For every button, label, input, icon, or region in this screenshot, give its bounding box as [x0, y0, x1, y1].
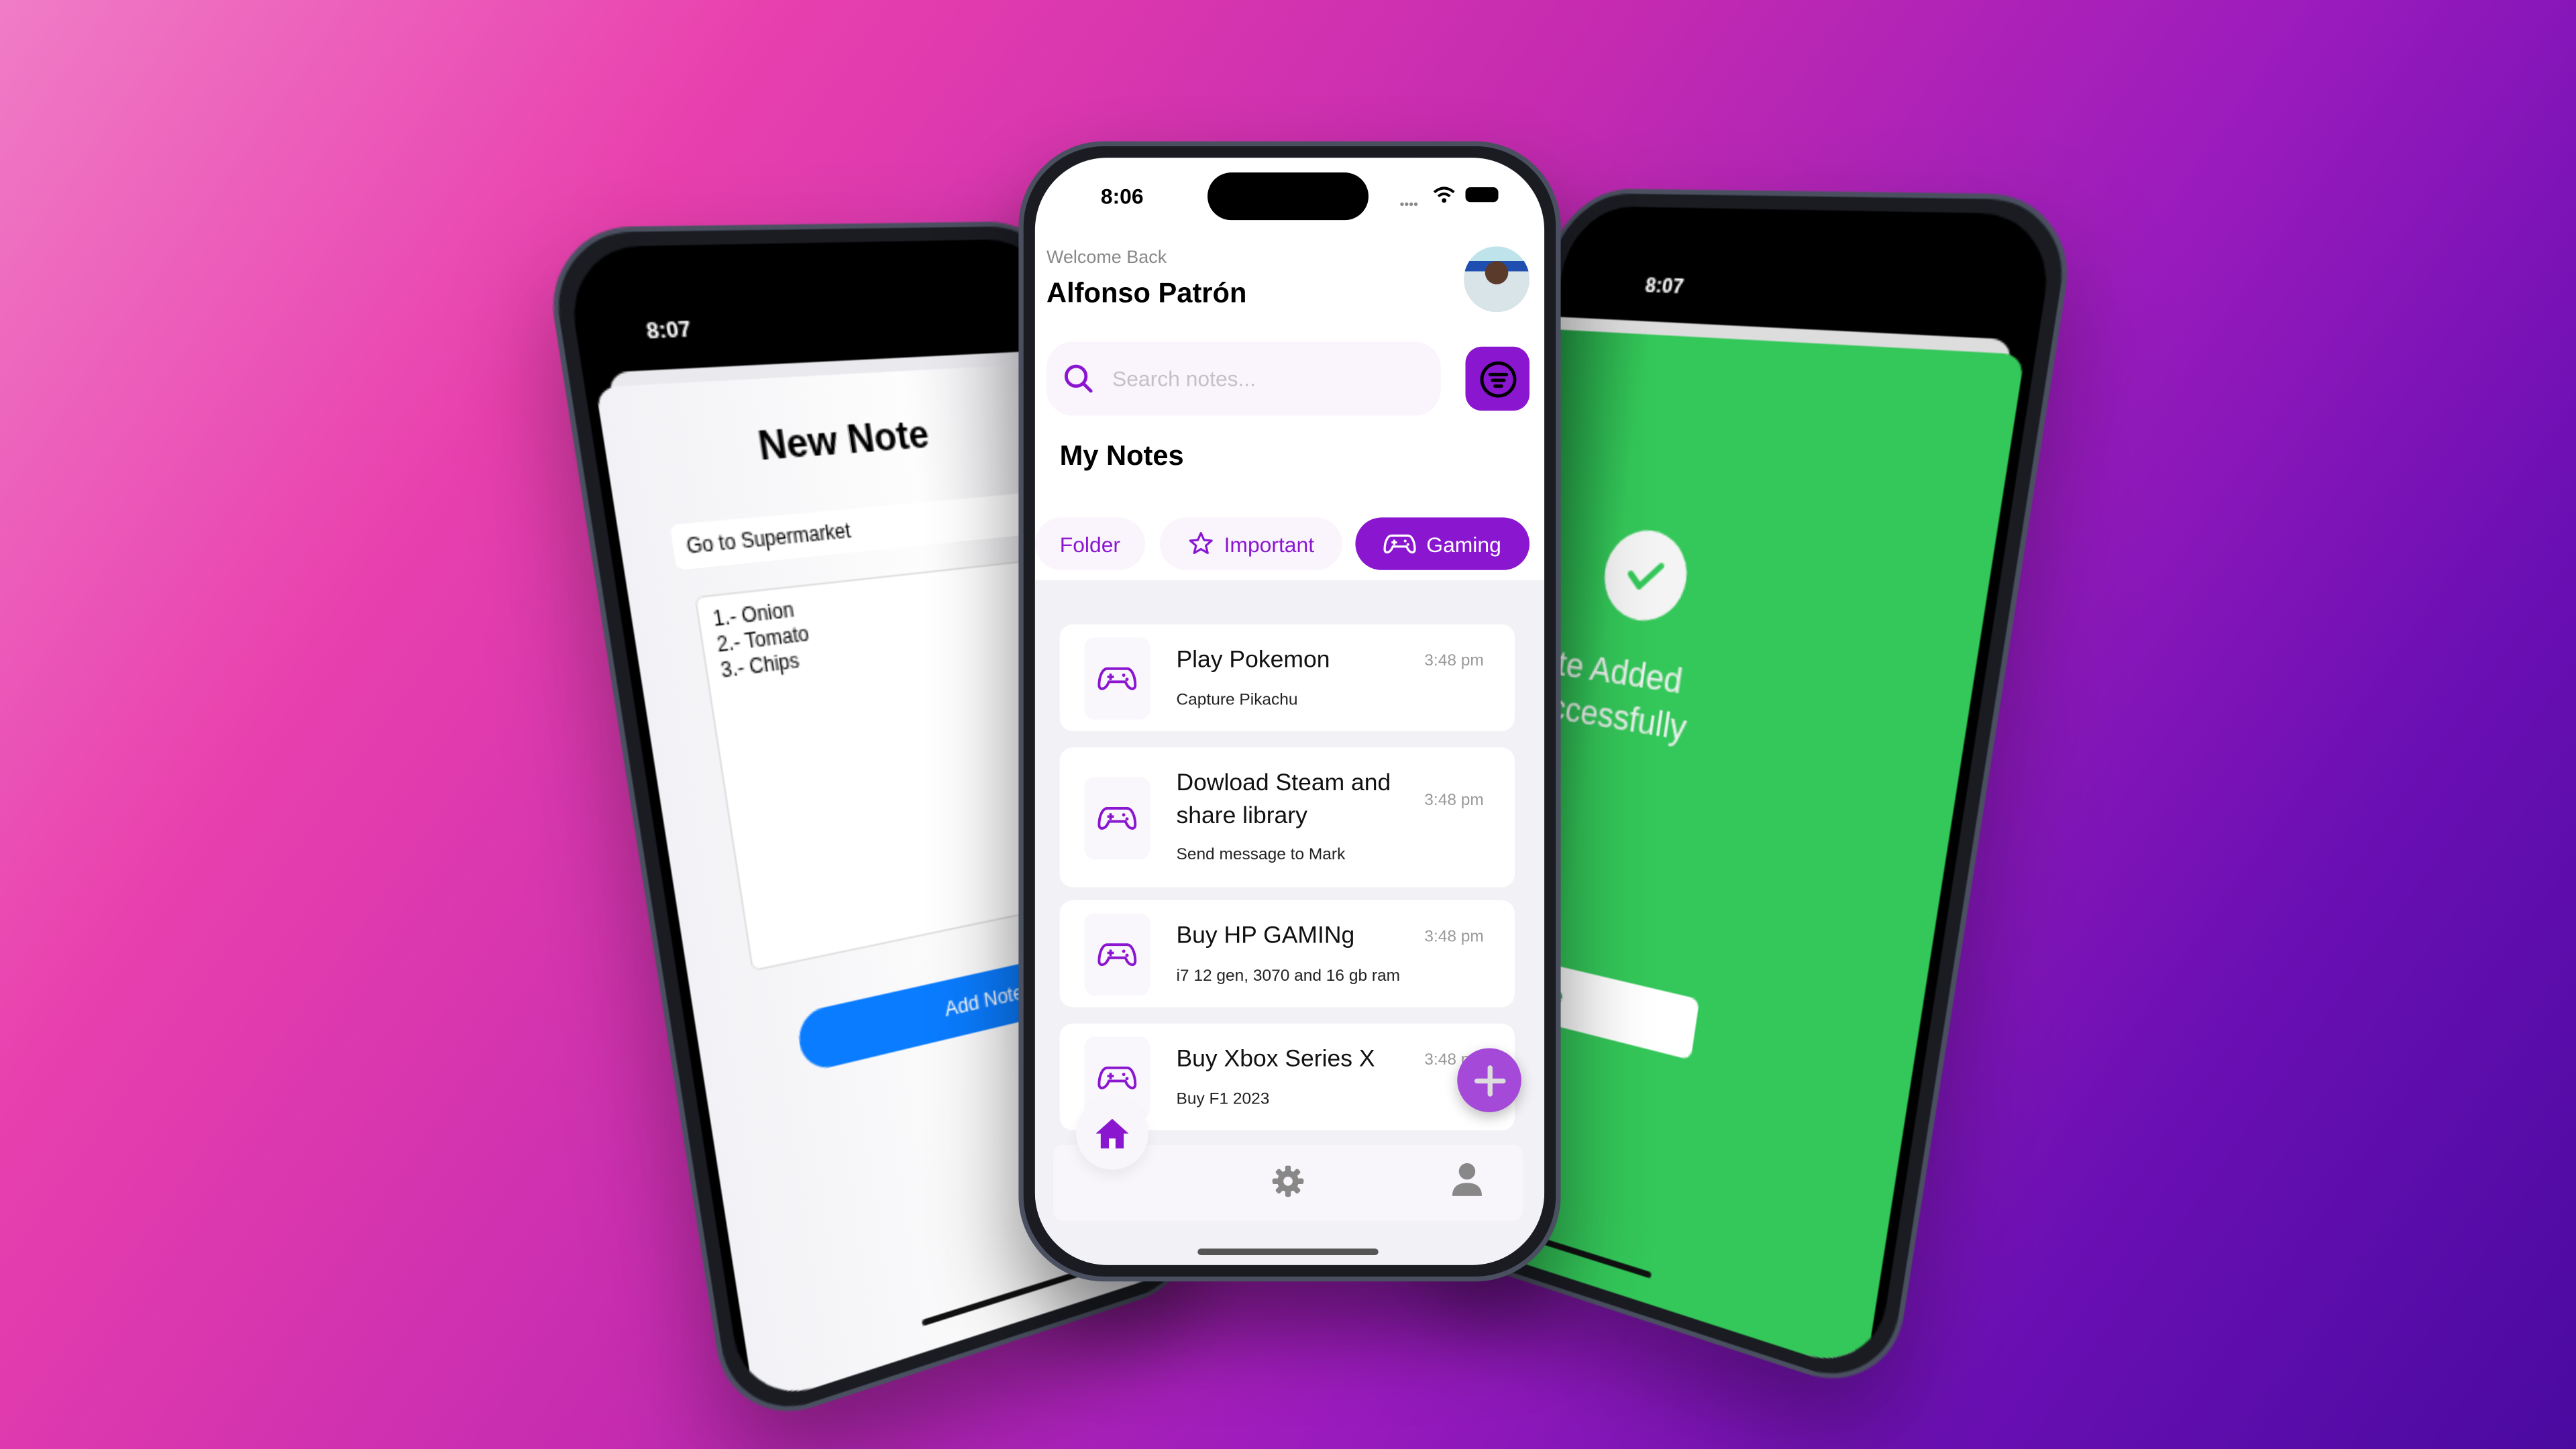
status-time: 8:07 [1644, 272, 1686, 299]
note-card[interactable]: Buy HP GAMINg i7 12 gen, 3070 and 16 gb … [1059, 900, 1515, 1008]
note-title: Play Pokemon [1176, 647, 1330, 674]
note-subtitle: Capture Pikachu [1176, 692, 1298, 710]
note-subtitle: Send message to Mark [1176, 846, 1346, 865]
chip-label: Gaming [1426, 531, 1501, 556]
note-card[interactable]: Play Pokemon Capture Pikachu 3:48 pm [1059, 624, 1515, 731]
signal-icon: •••• [1399, 197, 1418, 212]
person-icon[interactable] [1450, 1161, 1483, 1197]
note-time: 3:48 pm [1424, 652, 1484, 671]
filter-icon [1479, 360, 1516, 397]
chip-gaming[interactable]: Gaming [1355, 517, 1530, 570]
stage: 8:07 New Note Go to Supermarket 1.- Onio… [0, 0, 2576, 1449]
note-icon-box [1084, 776, 1150, 859]
home-indicator [1197, 1248, 1379, 1256]
note-time: 3:48 pm [1424, 928, 1484, 947]
avatar[interactable] [1464, 246, 1530, 313]
note-icon-box [1084, 636, 1150, 719]
status-time: 8:06 [1100, 184, 1144, 209]
gamepad-icon [1097, 666, 1137, 690]
filter-button[interactable] [1465, 346, 1530, 411]
dynamic-island [1208, 172, 1369, 221]
note-card[interactable]: Dowload Steam and share library Send mes… [1059, 747, 1515, 888]
checkmark-icon [1599, 526, 1693, 626]
search-placeholder: Search notes... [1112, 366, 1256, 391]
add-note-fab[interactable] [1457, 1048, 1521, 1112]
page-title: New Note [755, 413, 932, 470]
star-icon [1189, 532, 1213, 554]
battery-icon [1465, 187, 1499, 203]
status-time: 8:07 [644, 315, 693, 344]
note-subtitle: i7 12 gen, 3070 and 16 gb ram [1176, 967, 1401, 986]
note-title: Buy HP GAMINg [1176, 923, 1355, 950]
note-subtitle: Buy F1 2023 [1176, 1091, 1270, 1110]
note-title: Buy Xbox Series X [1176, 1046, 1375, 1073]
chip-important[interactable]: Important [1159, 517, 1342, 570]
plus-icon [1473, 1064, 1505, 1096]
user-name: Alfonso Patrón [1046, 277, 1247, 309]
gamepad-icon [1097, 806, 1137, 829]
chip-label: Folder [1059, 531, 1121, 556]
gamepad-icon [1384, 534, 1417, 553]
chip-folder[interactable]: Folder [1034, 517, 1145, 570]
wifi-icon [1433, 186, 1455, 203]
note-icon-box [1084, 912, 1150, 995]
section-title: My Notes [1059, 440, 1184, 472]
search-icon [1064, 364, 1093, 393]
home-icon [1095, 1118, 1129, 1148]
note-time: 3:48 pm [1424, 792, 1484, 810]
search-input[interactable]: Search notes... [1046, 341, 1441, 416]
phone-notes-list: 8:06 •••• Welcome Back Alfonso Patrón Se… [1018, 141, 1561, 1282]
home-indicator [921, 1271, 1079, 1327]
chip-label: Important [1224, 531, 1315, 556]
tab-home[interactable] [1076, 1097, 1148, 1170]
gear-icon[interactable] [1272, 1165, 1305, 1197]
note-title: Dowload Steam and share library [1176, 770, 1391, 830]
gamepad-icon [1097, 1065, 1137, 1089]
gamepad-icon [1097, 942, 1137, 965]
greeting: Welcome Back [1046, 248, 1167, 268]
screen: 8:06 •••• Welcome Back Alfonso Patrón Se… [1034, 158, 1545, 1265]
